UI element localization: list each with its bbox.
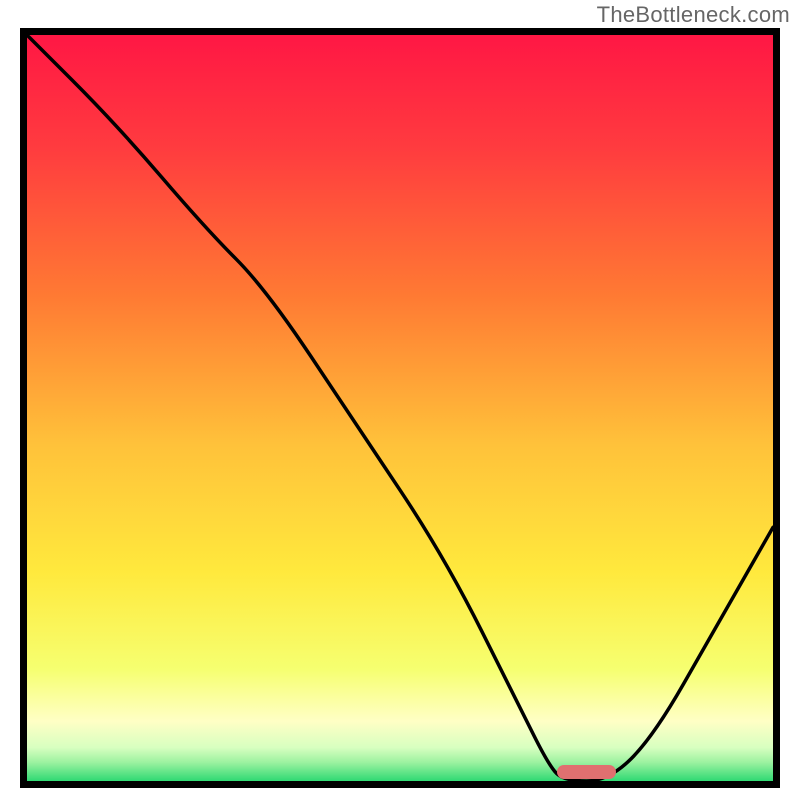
curve-path xyxy=(27,35,773,781)
watermark-text: TheBottleneck.com xyxy=(597,2,790,28)
bottleneck-curve xyxy=(27,35,773,781)
chart-container: TheBottleneck.com xyxy=(0,0,800,800)
optimal-marker xyxy=(557,765,617,779)
plot-area xyxy=(20,28,780,788)
